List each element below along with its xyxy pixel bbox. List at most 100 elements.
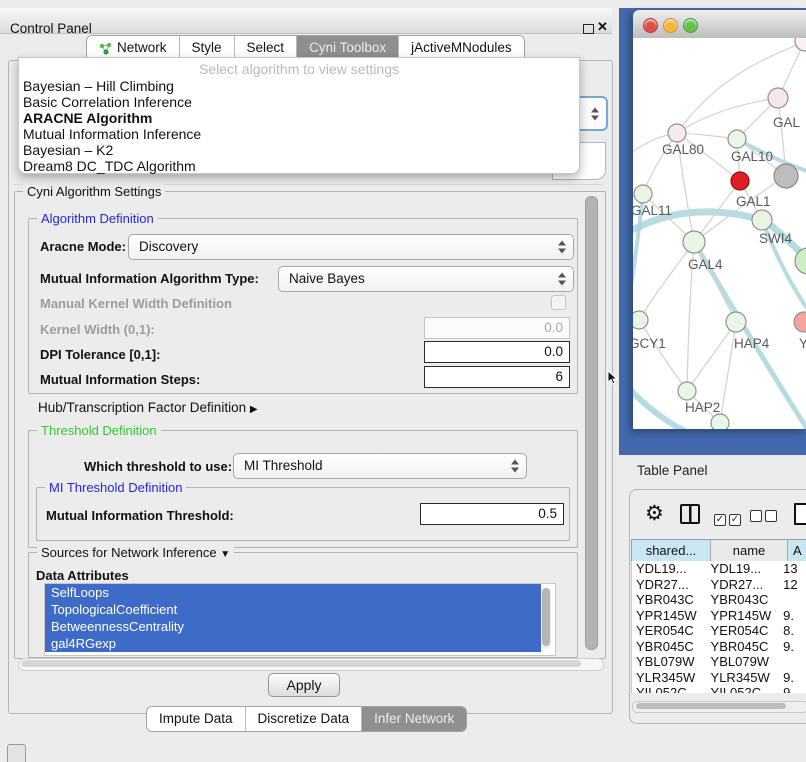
- network-edge[interactable]: [687, 322, 736, 391]
- kernel-width-field[interactable]: 0.0: [424, 317, 570, 339]
- manual-kernel-checkbox[interactable]: [551, 295, 566, 310]
- dpi-tolerance-field[interactable]: 0.0: [424, 341, 570, 363]
- stepper-arrows-icon: [558, 241, 566, 254]
- algorithm-option[interactable]: Mutual Information Inference: [19, 126, 579, 142]
- mi-threshold-legend: MI Threshold Definition: [45, 480, 186, 495]
- node-gal4[interactable]: [683, 231, 705, 253]
- table-row[interactable]: YLR345WYLR345W9.: [632, 670, 806, 686]
- close-panel-icon[interactable]: ✕: [597, 19, 608, 35]
- node-gal80[interactable]: [668, 124, 686, 142]
- zoom-traffic-light[interactable]: [683, 18, 698, 33]
- mi-threshold-field[interactable]: 0.5: [420, 503, 564, 525]
- table-cell: YER054C: [707, 623, 780, 639]
- node-swi4[interactable]: [752, 210, 772, 230]
- table-row[interactable]: YPR145WYPR145W9.: [632, 608, 806, 624]
- network-canvas-svg: GALGAL80GAL10GAL1GAL11SWI4GAL4GCY1HAP4YH…: [633, 38, 806, 429]
- settings-vertical-scrollbar[interactable]: [585, 196, 598, 650]
- node-gcy1[interactable]: [633, 311, 648, 329]
- mouse-cursor: [607, 370, 619, 386]
- node-label: Y: [799, 336, 806, 351]
- tab-infer-network[interactable]: Infer Network: [362, 707, 466, 731]
- mi-steps-field[interactable]: 6: [424, 366, 570, 388]
- table-horizontal-scrollbar[interactable]: [632, 701, 806, 713]
- attribute-list-item[interactable]: BetweennessCentrality: [45, 618, 541, 635]
- network-edge[interactable]: [677, 98, 778, 133]
- network-window-titlebar[interactable]: [633, 10, 806, 39]
- network-edge[interactable]: [639, 320, 687, 391]
- node-gray[interactable]: [774, 164, 798, 188]
- table-cell: 9.: [779, 670, 806, 686]
- node-gal10[interactable]: [728, 130, 746, 148]
- cyni-algorithm-settings-legend: Cyni Algorithm Settings: [23, 184, 165, 199]
- algorithm-popup-list: Bayesian – Hill ClimbingBasic Correlatio…: [19, 78, 579, 174]
- attribute-list-item[interactable]: SelfLoops: [45, 584, 541, 601]
- node-gal-top[interactable]: [768, 88, 788, 108]
- minimized-panel-icon[interactable]: [7, 744, 26, 762]
- tab-impute-data-label: Impute Data: [159, 707, 233, 731]
- table-row[interactable]: YDL19...YDL19...13: [632, 561, 806, 577]
- data-attributes-list[interactable]: SelfLoopsTopologicalCoefficientBetweenne…: [44, 583, 556, 656]
- node-hap2[interactable]: [678, 382, 696, 400]
- aracne-mode-select[interactable]: Discovery: [128, 234, 574, 260]
- node-salmon[interactable]: [794, 312, 806, 332]
- algorithm-option[interactable]: Basic Correlation Inference: [19, 94, 579, 110]
- hub-definition-toggle[interactable]: Hub/Transcription Factor Definition ▶: [38, 400, 258, 415]
- algorithm-option[interactable]: ARACNE Algorithm: [19, 110, 579, 126]
- tab-discretize-data[interactable]: Discretize Data: [246, 707, 363, 731]
- node-gal11[interactable]: [634, 185, 652, 203]
- algorithm-option[interactable]: Bayesian – Hill Climbing: [19, 78, 579, 94]
- which-threshold-select[interactable]: MI Threshold: [233, 453, 527, 479]
- stepper-arrows-icon: [511, 460, 519, 473]
- table-cell: YDL19...: [632, 561, 707, 577]
- float-window-icon[interactable]: [583, 24, 594, 34]
- attributes-scrollbar[interactable]: [541, 587, 551, 649]
- document-icon[interactable]: [794, 503, 806, 525]
- sources-legend[interactable]: Sources for Network Inference ▼: [37, 545, 234, 560]
- mi-type-select[interactable]: Naive Bayes: [278, 266, 574, 292]
- table-cell: YDL19...: [707, 561, 780, 577]
- table-body: YDL19...YDL19...13YDR27...YDR27...12YBR0…: [631, 561, 806, 693]
- settings-horizontal-scrollbar[interactable]: [18, 658, 604, 671]
- algorithm-definition-legend: Algorithm Definition: [37, 211, 158, 226]
- network-edge[interactable]: [639, 242, 694, 320]
- select-all-checked-icon[interactable]: ✓✓: [714, 509, 744, 527]
- table-cell: YDR27...: [632, 577, 707, 593]
- table-cell: YPR145W: [707, 608, 780, 624]
- table-cell: 9.: [779, 608, 806, 624]
- close-traffic-light[interactable]: [643, 18, 658, 33]
- table-row[interactable]: YDR27...YDR27...12: [632, 577, 806, 593]
- attribute-list-item[interactable]: gal4RGexp: [45, 635, 541, 652]
- table-cell: YBL079W: [632, 654, 707, 670]
- apply-button[interactable]: Apply: [268, 673, 340, 697]
- algorithm-option[interactable]: Bayesian – K2: [19, 142, 579, 158]
- column-header-partial[interactable]: A: [788, 540, 806, 561]
- control-panel-titlebar[interactable]: Control Panel ✕: [0, 8, 612, 34]
- node-bottom[interactable]: [711, 414, 729, 429]
- column-header-name[interactable]: name: [711, 540, 788, 561]
- select-none-unchecked-icon[interactable]: [750, 509, 780, 527]
- table-row[interactable]: YBR043CYBR043C: [632, 592, 806, 608]
- algorithm-option[interactable]: Dream8 DC_TDC Algorithm: [19, 158, 579, 174]
- node-label: GCY1: [633, 336, 666, 351]
- network-canvas[interactable]: GALGAL80GAL10GAL1GAL11SWI4GAL4GCY1HAP4YH…: [633, 38, 806, 429]
- network-edge[interactable]: [694, 242, 736, 322]
- table-cell: 8.: [779, 623, 806, 639]
- split-columns-icon[interactable]: [680, 504, 700, 524]
- minimize-traffic-light[interactable]: [663, 18, 678, 33]
- node-hap4[interactable]: [726, 312, 746, 332]
- attribute-list-item[interactable]: TopologicalCoefficient: [45, 601, 541, 618]
- node-red[interactable]: [731, 172, 749, 190]
- tab-impute-data[interactable]: Impute Data: [147, 707, 246, 731]
- node-label: GAL4: [688, 257, 723, 272]
- table-row[interactable]: YER054CYER054C8.: [632, 623, 806, 639]
- table-cell: YBR045C: [632, 639, 707, 655]
- node-label: SWI4: [759, 231, 792, 246]
- table-cell: YLR345W: [632, 670, 707, 686]
- table-row[interactable]: YBR045CYBR045C9.: [632, 639, 806, 655]
- table-row[interactable]: YIL052CYIL052C9.: [632, 685, 806, 693]
- settings-gear-icon[interactable]: ⚙: [645, 503, 664, 524]
- table-row[interactable]: YBL079WYBL079W: [632, 654, 806, 670]
- column-header-shared-name[interactable]: shared...: [632, 540, 711, 561]
- table-panel-title: Table Panel: [637, 463, 708, 478]
- node-top-right[interactable]: [795, 38, 806, 51]
